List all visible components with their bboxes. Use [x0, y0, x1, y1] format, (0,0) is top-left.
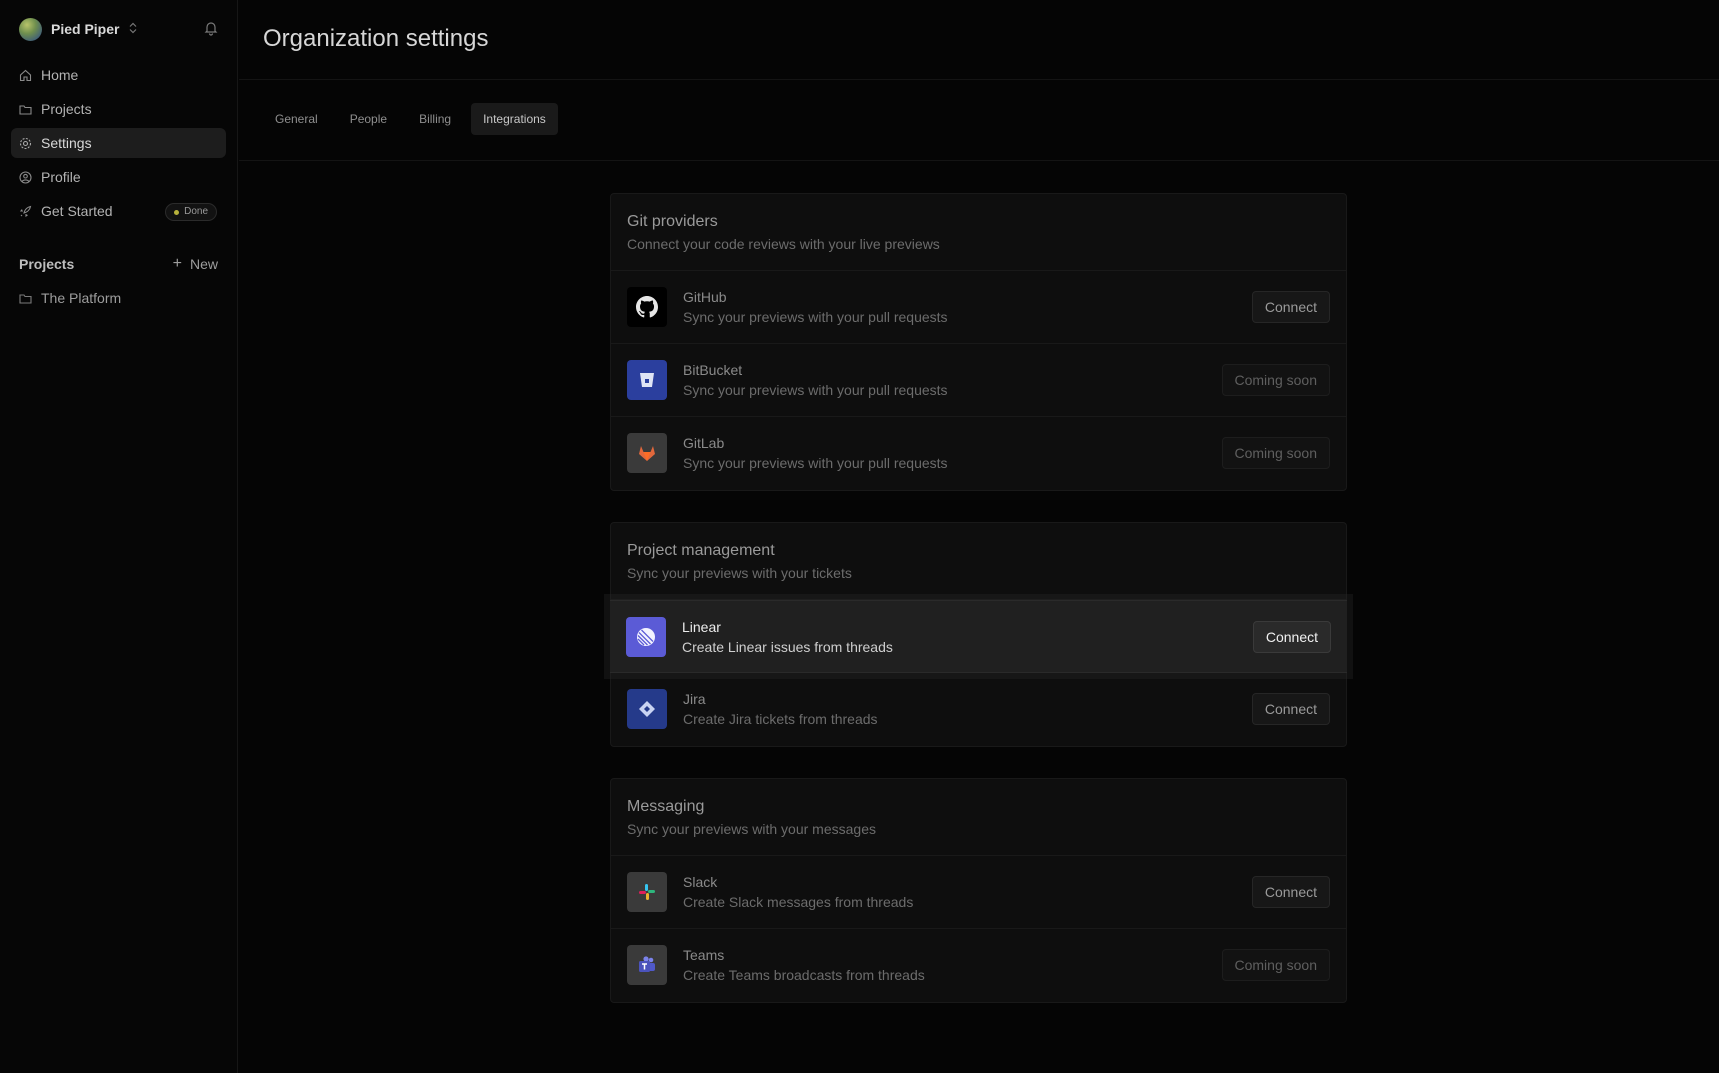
card-header: Messaging Sync your previews with your m…: [611, 779, 1346, 856]
bell-icon[interactable]: [203, 20, 219, 36]
coming-soon-button: Coming soon: [1221, 364, 1330, 396]
integration-description: Create Linear issues from threads: [682, 639, 893, 655]
linear-icon: [626, 617, 666, 657]
integration-row-gitlab: GitLab Sync your previews with your pull…: [611, 417, 1346, 490]
integration-description: Create Slack messages from threads: [683, 894, 914, 910]
coming-soon-button: Coming soon: [1221, 949, 1330, 981]
page-title: Organization settings: [263, 25, 489, 52]
sidebar-nav: Home Projects Settings Profile Get Start…: [11, 60, 226, 230]
sidebar-item-label: Get Started: [41, 203, 113, 219]
projects-heading: Projects: [19, 256, 75, 272]
connect-button[interactable]: Connect: [1251, 693, 1330, 725]
project-management-card: Project management Sync your previews wi…: [610, 522, 1347, 747]
user-circle-icon: [19, 170, 32, 184]
integration-description: Create Jira tickets from threads: [683, 711, 878, 727]
section-subtitle: Sync your previews with your messages: [627, 821, 876, 837]
connect-button[interactable]: Connect: [1251, 876, 1330, 908]
connect-button[interactable]: Connect: [1252, 621, 1331, 653]
integration-description: Sync your previews with your pull reques…: [683, 309, 948, 325]
integration-name: Linear: [682, 619, 721, 635]
projects-section-header: Projects + New: [19, 255, 218, 273]
sidebar-item-label: Settings: [41, 135, 92, 151]
card-header: Project management Sync your previews wi…: [611, 523, 1346, 600]
sidebar: Pied Piper Home Projects Settings Profil…: [0, 0, 238, 1073]
new-project-label: New: [189, 256, 218, 272]
settings-tabs: General People Billing Integrations: [263, 103, 566, 135]
github-icon: [627, 287, 667, 327]
integration-name: BitBucket: [683, 362, 743, 378]
integration-description: Create Teams broadcasts from threads: [683, 967, 925, 983]
tab-general[interactable]: General: [263, 103, 330, 135]
sidebar-item-label: Home: [41, 67, 79, 83]
messaging-card: Messaging Sync your previews with your m…: [610, 778, 1347, 1003]
connect-button[interactable]: Connect: [1251, 291, 1330, 323]
main-content: Organization settings General People Bil…: [239, 0, 1719, 1073]
section-title: Project management: [627, 542, 775, 559]
section-title: Git providers: [627, 213, 718, 230]
integration-row-github: GitHub Sync your previews with your pull…: [611, 271, 1346, 344]
integration-name: Teams: [683, 947, 725, 963]
rocket-icon: [19, 205, 32, 218]
new-project-button[interactable]: + New: [173, 255, 218, 273]
integration-name: GitLab: [683, 435, 725, 451]
status-badge: Done: [165, 203, 217, 221]
integration-name: Jira: [683, 691, 706, 707]
sidebar-item-projects[interactable]: Projects: [11, 94, 226, 124]
section-subtitle: Connect your code reviews with your live…: [627, 236, 940, 252]
integration-description: Sync your previews with your pull reques…: [683, 455, 948, 471]
folder-icon: [19, 292, 32, 305]
sidebar-item-label: Profile: [41, 169, 81, 185]
chevron-updown-icon: [129, 22, 137, 36]
sidebar-item-label: Projects: [41, 101, 92, 117]
tab-people[interactable]: People: [338, 103, 399, 135]
slack-icon: [627, 872, 667, 912]
divider: [239, 160, 1719, 161]
integration-row-bitbucket: BitBucket Sync your previews with your p…: [611, 344, 1346, 417]
home-icon: [19, 69, 32, 82]
card-header: Git providers Connect your code reviews …: [611, 194, 1346, 271]
section-title: Messaging: [627, 798, 705, 815]
section-subtitle: Sync your previews with your tickets: [627, 565, 852, 581]
folder-icon: [19, 103, 32, 116]
org-name: Pied Piper: [51, 21, 120, 37]
gear-icon: [19, 137, 32, 150]
tab-integrations[interactable]: Integrations: [471, 103, 558, 135]
divider: [239, 79, 1719, 80]
integration-name: GitHub: [683, 289, 727, 305]
bitbucket-icon: [627, 360, 667, 400]
integration-row-linear: Linear Create Linear issues from threads…: [610, 600, 1347, 673]
integration-row-slack: Slack Create Slack messages from threads…: [611, 856, 1346, 929]
sidebar-item-profile[interactable]: Profile: [11, 162, 226, 192]
gitlab-icon: [627, 433, 667, 473]
tab-billing[interactable]: Billing: [407, 103, 463, 135]
sidebar-item-settings[interactable]: Settings: [11, 128, 226, 158]
teams-icon: [627, 945, 667, 985]
plus-icon: +: [172, 255, 182, 272]
jira-icon: [627, 689, 667, 729]
org-avatar: [19, 17, 42, 41]
sidebar-item-get-started[interactable]: Get Started Done: [11, 196, 226, 226]
integration-row-teams: Teams Create Teams broadcasts from threa…: [611, 929, 1346, 1002]
sidebar-project-item[interactable]: The Platform: [19, 290, 121, 306]
coming-soon-button: Coming soon: [1221, 437, 1330, 469]
git-providers-card: Git providers Connect your code reviews …: [610, 193, 1347, 491]
sidebar-item-home[interactable]: Home: [11, 60, 226, 90]
integration-description: Sync your previews with your pull reques…: [683, 382, 948, 398]
project-label: The Platform: [41, 290, 122, 306]
integration-name: Slack: [683, 874, 718, 890]
org-switcher[interactable]: Pied Piper: [19, 17, 219, 41]
integration-row-jira: Jira Create Jira tickets from threads Co…: [611, 673, 1346, 746]
